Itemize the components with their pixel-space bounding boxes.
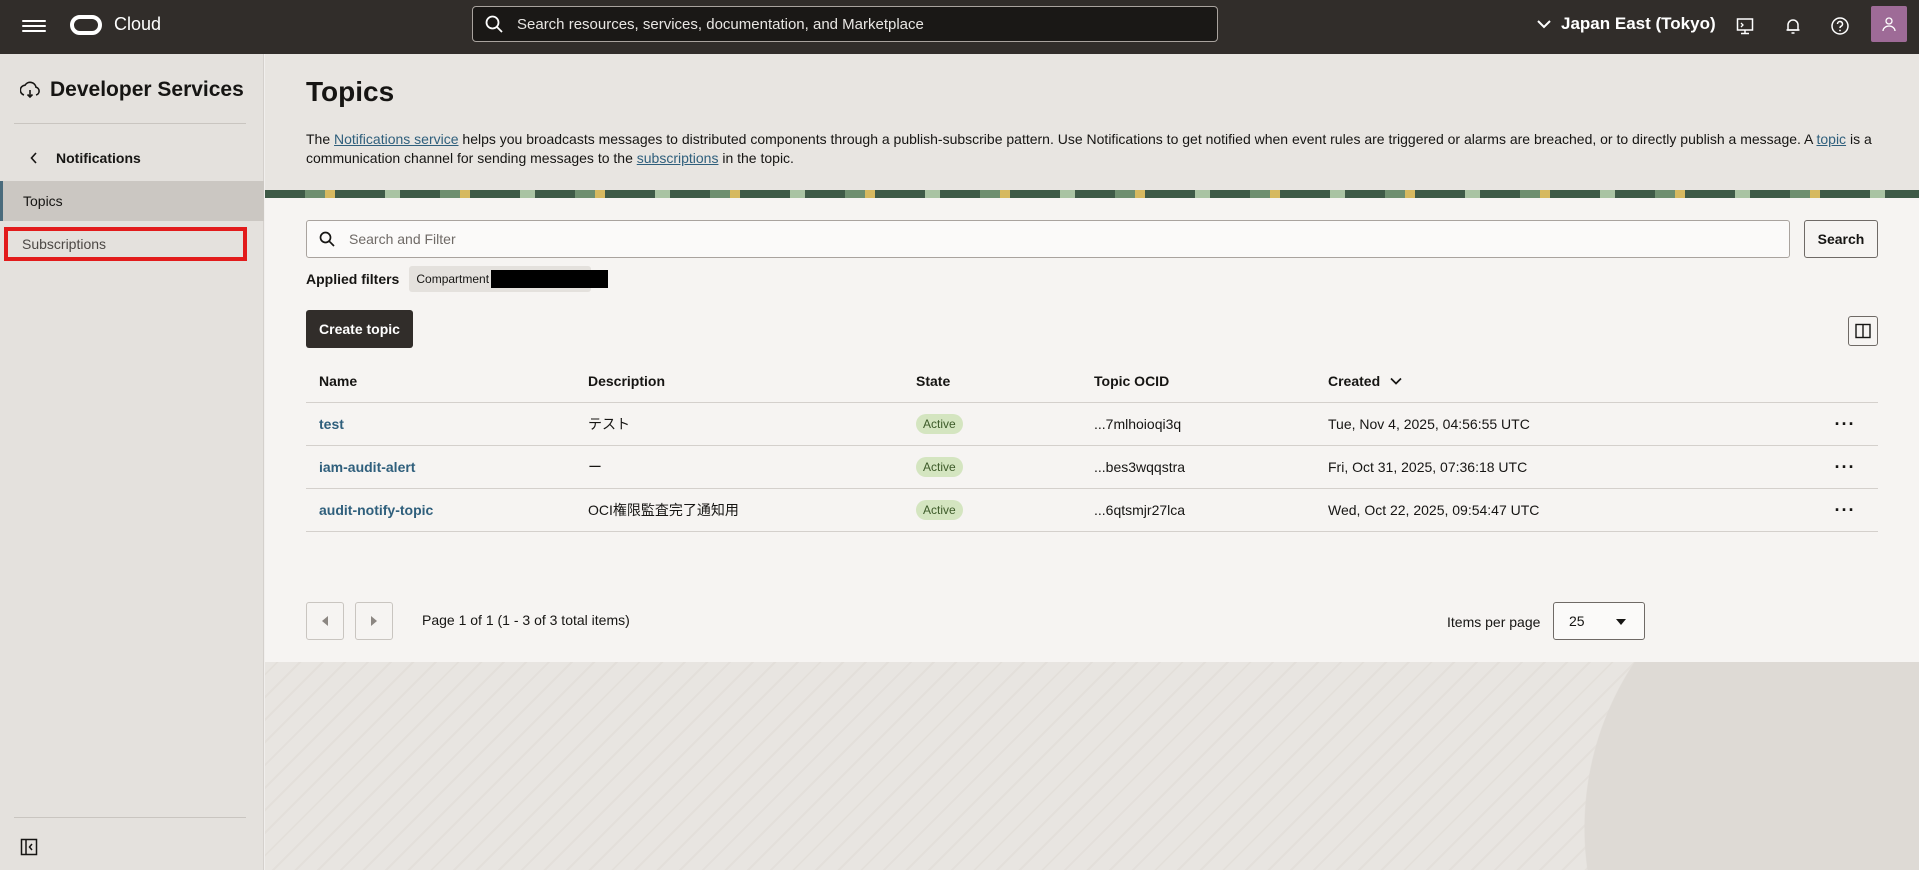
status-badge: Active (916, 414, 963, 434)
search-icon (485, 15, 503, 33)
subscriptions-link[interactable]: subscriptions (637, 150, 719, 166)
column-header-created-label: Created (1328, 372, 1381, 389)
user-avatar[interactable] (1871, 6, 1907, 42)
brand-label: Cloud (114, 14, 162, 34)
topic-name-link[interactable]: iam-audit-alert (319, 459, 415, 475)
topic-description: テスト (588, 416, 630, 432)
topics-panel: Search Applied filters Compartment Creat… (265, 198, 1919, 662)
search-button[interactable]: Search (1804, 220, 1878, 258)
table-row: test テスト Active ...7mlhoioqi3q Tue, Nov … (306, 403, 1878, 446)
manage-columns-icon[interactable] (1848, 316, 1878, 346)
main-content: Topics The Notifications service helps y… (265, 54, 1919, 870)
topic-ocid[interactable]: ...bes3wqqstra (1094, 446, 1185, 488)
applied-filters-label: Applied filters (306, 271, 400, 287)
intro-text: in the topic. (718, 150, 794, 166)
topic-created: Tue, Nov 4, 2025, 04:56:55 UTC (1328, 416, 1530, 432)
developer-services-icon (20, 81, 40, 99)
sidebar: Developer Services Notifications Topics … (0, 54, 264, 870)
sidebar-item-subscriptions[interactable]: Subscriptions (4, 227, 247, 261)
items-per-page-select[interactable]: 25 (1553, 602, 1645, 640)
chevron-down-icon (1537, 20, 1551, 29)
row-actions-menu-icon[interactable]: ··· (1835, 414, 1856, 435)
status-badge: Active (916, 457, 963, 477)
topic-ocid[interactable]: ...6qtsmjr27lca (1094, 489, 1185, 531)
region-label: Japan East (Tokyo) (1561, 14, 1716, 33)
sidebar-item-topics[interactable]: Topics (0, 181, 264, 221)
back-label: Notifications (56, 150, 141, 166)
sidebar-item-label: Topics (23, 193, 63, 209)
global-search-input[interactable] (515, 14, 1217, 34)
oracle-logo-icon (70, 14, 102, 35)
search-and-filter-box[interactable] (306, 220, 1790, 258)
hamburger-menu-icon[interactable] (22, 17, 46, 37)
topic-name-link[interactable]: audit-notify-topic (319, 502, 433, 518)
topic-created: Wed, Oct 22, 2025, 09:54:47 UTC (1328, 502, 1540, 518)
pagination: Page 1 of 1 (1 - 3 of 3 total items) Ite… (306, 602, 1878, 642)
previous-page-button[interactable] (306, 602, 344, 640)
column-header-name[interactable]: Name (319, 359, 357, 402)
caret-right-icon (371, 616, 377, 626)
row-actions-menu-icon[interactable]: ··· (1835, 500, 1856, 521)
column-header-created[interactable]: Created (1328, 359, 1402, 402)
topics-table: Name Description State Topic OCID Create… (306, 359, 1878, 532)
decorative-banner (265, 190, 1919, 198)
table-header-row: Name Description State Topic OCID Create… (306, 359, 1878, 403)
sidebar-divider (14, 123, 246, 124)
sidebar-title: Developer Services (50, 78, 244, 101)
back-to-notifications-link[interactable]: Notifications (30, 150, 141, 166)
intro-paragraph: The Notifications service helps you broa… (306, 130, 1886, 168)
create-topic-button[interactable]: Create topic (306, 310, 413, 348)
status-badge: Active (916, 500, 963, 520)
page-title: Topics (306, 76, 395, 107)
sidebar-header: Developer Services (20, 78, 244, 102)
items-per-page-value: 25 (1569, 613, 1585, 629)
collapse-sidebar-icon[interactable] (20, 838, 40, 858)
caret-down-icon (1616, 619, 1626, 625)
table-row: iam-audit-alert ー Active ...bes3wqqstra … (306, 446, 1878, 489)
help-icon[interactable] (1828, 14, 1852, 38)
compartment-filter-chip[interactable]: Compartment (409, 266, 609, 292)
region-selector[interactable]: Japan East (Tokyo) (1537, 14, 1716, 34)
top-bar: Cloud Japan East (Tokyo) (0, 0, 1919, 54)
search-icon (319, 231, 335, 247)
column-header-state[interactable]: State (916, 359, 950, 402)
intro-text: helps you broadcasts messages to distrib… (458, 131, 1817, 147)
topic-description: OCI権限監査完了通知用 (588, 502, 739, 518)
intro-text: The (306, 131, 335, 147)
sidebar-item-label: Subscriptions (22, 236, 107, 252)
sort-descending-icon (1390, 377, 1402, 385)
topic-name-link[interactable]: test (319, 416, 344, 432)
global-search-box[interactable] (472, 6, 1218, 42)
column-header-ocid[interactable]: Topic OCID (1094, 359, 1169, 402)
redacted-value (491, 270, 609, 288)
next-page-button[interactable] (355, 602, 393, 640)
table-row: audit-notify-topic OCI権限監査完了通知用 Active .… (306, 489, 1878, 532)
topic-description: ー (588, 459, 602, 475)
topic-ocid[interactable]: ...7mlhoioqi3q (1094, 403, 1181, 445)
applied-filters: Applied filters Compartment (306, 266, 609, 292)
items-per-page-label: Items per page (1447, 614, 1541, 630)
caret-left-icon (322, 616, 328, 626)
row-actions-menu-icon[interactable]: ··· (1835, 457, 1856, 478)
topic-link[interactable]: topic (1816, 131, 1846, 147)
column-header-description[interactable]: Description (588, 359, 665, 402)
cloud-shell-icon[interactable] (1733, 14, 1757, 38)
search-and-filter-input[interactable] (347, 230, 1789, 248)
user-icon (1882, 17, 1896, 32)
topic-created: Fri, Oct 31, 2025, 07:36:18 UTC (1328, 459, 1528, 475)
filter-chip-label: Compartment (416, 272, 490, 286)
notifications-service-link[interactable]: Notifications service (334, 131, 459, 147)
oracle-cloud-logo[interactable]: Cloud (70, 14, 161, 35)
pagination-summary: Page 1 of 1 (1 - 3 of 3 total items) (422, 612, 630, 628)
chevron-left-icon (30, 152, 37, 164)
sidebar-bottom-divider (14, 817, 246, 818)
notifications-bell-icon[interactable] (1781, 14, 1805, 38)
